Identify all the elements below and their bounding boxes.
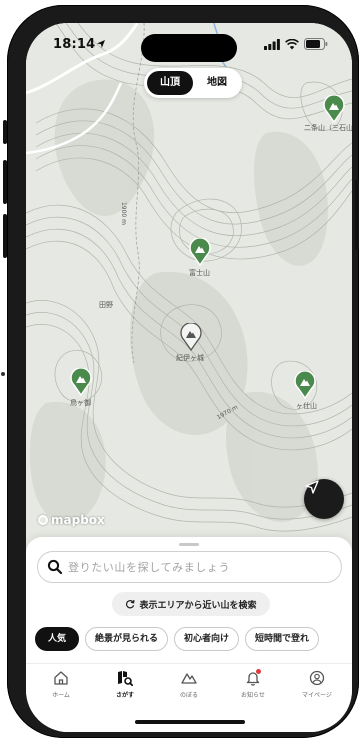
notification-badge — [256, 669, 261, 674]
toggle-mountains[interactable]: 山頂 — [147, 71, 193, 95]
elevation-label: 1900 m — [120, 201, 128, 226]
mountain-pin[interactable] — [294, 371, 316, 399]
filter-chips: 人気 絶景が見られる 初心者向け 短時間で登れ — [35, 627, 320, 651]
tab-bar: ホーム さがす のぼる お知らせ マイページ — [26, 663, 352, 711]
status-time: 18:14 — [53, 37, 96, 52]
map-mode-toggle: 山頂 地図 — [144, 68, 242, 98]
toggle-map[interactable]: 地図 — [195, 71, 239, 95]
tab-mypage[interactable]: マイページ — [287, 670, 347, 699]
mountain-pin[interactable] — [323, 95, 345, 123]
phone-frame: 田野 1900 m 1970 m 二条山（三石山） 富士山 紀伊ヶ城 鳥ヶ御 — [7, 5, 359, 738]
mountain-pin[interactable] — [180, 323, 202, 351]
home-indicator[interactable] — [135, 720, 245, 724]
tab-search[interactable]: さがす — [95, 670, 155, 699]
mapbox-logo-text: mapbox — [51, 513, 105, 527]
tab-climb-label: のぼる — [179, 692, 198, 699]
place-label: 田野 — [99, 301, 113, 309]
search-nearby-area-label: 表示エリアから近い山を検索 — [139, 600, 257, 611]
mountain-name-label: 富士山 — [189, 269, 210, 277]
external-dot — [1, 372, 5, 376]
tab-home[interactable]: ホーム — [31, 670, 91, 699]
chip-short-climb[interactable]: 短時間で登れ — [245, 627, 320, 651]
chip-great-views[interactable]: 絶景が見られる — [85, 627, 169, 651]
sheet-grabber[interactable] — [179, 543, 199, 546]
search-bar[interactable] — [37, 551, 342, 583]
tab-notifications-label: お知らせ — [241, 692, 265, 699]
volume-up-button — [3, 160, 7, 204]
app-screen: 田野 1900 m 1970 m 二条山（三石山） 富士山 紀伊ヶ城 鳥ヶ御 — [26, 23, 352, 732]
status-icons — [264, 38, 328, 50]
battery-icon — [304, 38, 328, 50]
tab-climb[interactable]: のぼる — [159, 670, 219, 699]
search-input[interactable] — [68, 552, 328, 582]
mountain-pin[interactable] — [189, 238, 211, 266]
mountain-name-label: ヶ仕山 — [296, 402, 317, 410]
status-bar: 18:14 — [26, 23, 352, 67]
current-location-button[interactable] — [304, 479, 344, 519]
user-icon — [309, 670, 325, 686]
mountain-name-label: 鳥ヶ御 — [70, 399, 91, 407]
bottom-sheet: 表示エリアから近い山を検索 人気 絶景が見られる 初心者向け 短時間で登れ ホー… — [26, 537, 352, 732]
mountain-name-label: 紀伊ヶ城 — [176, 354, 204, 362]
refresh-icon — [126, 599, 135, 609]
mountain-name-label: 二条山（三石山） — [304, 124, 352, 132]
volume-down-button — [3, 214, 7, 258]
home-icon — [54, 671, 68, 685]
tab-notifications[interactable]: お知らせ — [223, 669, 283, 699]
topo-map[interactable]: 田野 1900 m 1970 m 二条山（三石山） 富士山 紀伊ヶ城 鳥ヶ御 — [26, 23, 352, 563]
mapbox-logo: mapbox — [38, 513, 105, 527]
tab-home-label: ホーム — [52, 692, 70, 699]
dynamic-island — [141, 34, 237, 62]
tab-mypage-label: マイページ — [302, 692, 332, 699]
chip-popular[interactable]: 人気 — [35, 627, 80, 651]
silent-switch — [3, 120, 7, 144]
mountain-pin[interactable] — [70, 368, 92, 396]
mountain-icon — [181, 673, 197, 684]
search-nearby-area-button[interactable]: 表示エリアから近い山を検索 — [112, 592, 270, 616]
chip-beginner[interactable]: 初心者向け — [174, 627, 240, 651]
search-icon — [47, 559, 63, 575]
wifi-icon — [285, 38, 299, 49]
location-services-icon — [97, 40, 105, 48]
mapbox-logo-icon — [38, 515, 48, 525]
cellular-signal-icon — [264, 38, 280, 50]
map-search-icon — [118, 671, 133, 686]
power-button — [355, 180, 359, 250]
tab-search-label: さがす — [115, 692, 134, 699]
location-arrow-icon — [305, 480, 319, 494]
